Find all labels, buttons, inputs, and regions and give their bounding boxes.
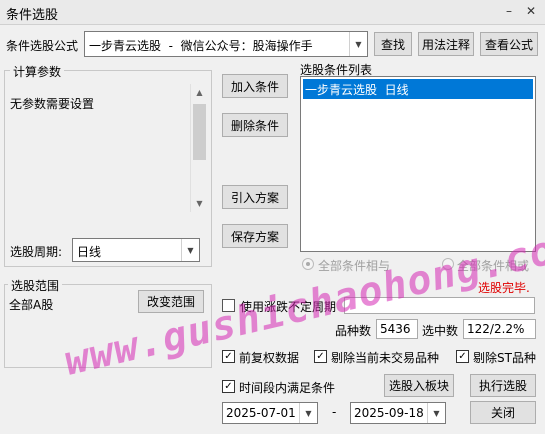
exclude-untraded-label: 剔除当前未交易品种 (331, 351, 440, 365)
exclude-st-label: 剔除ST品种 (473, 351, 536, 365)
start-date-picker[interactable]: 2025-07-01 ▼ (222, 402, 318, 424)
count-field: 5436 (376, 319, 418, 339)
date-separator: - (332, 405, 337, 419)
run-button[interactable]: 执行选股 (470, 374, 536, 397)
period-select[interactable]: 日线 ▼ (72, 238, 200, 262)
chevron-down-icon[interactable]: ▼ (349, 32, 367, 56)
period-label: 选股周期: (10, 245, 63, 259)
period-days-input[interactable] (344, 297, 535, 314)
view-formula-button[interactable]: 查看公式 (480, 32, 538, 56)
close-icon[interactable]: ✕ (522, 2, 540, 20)
chevron-down-icon[interactable]: ▼ (427, 403, 445, 423)
status-done-text: 选股完毕. (478, 281, 530, 295)
condition-list[interactable]: 一步青云选股 日线 (300, 76, 536, 252)
formula-select[interactable]: 一步青云选股 - 微信公众号：股海操作手 ▼ (84, 31, 368, 57)
exclude-untraded-checkbox[interactable]: ✓ (314, 350, 327, 363)
time-range-checkbox[interactable]: ✓ (222, 380, 235, 393)
add-condition-button[interactable]: 加入条件 (222, 74, 288, 98)
list-item[interactable]: 一步青云选股 日线 (303, 79, 533, 99)
scroll-down-icon[interactable]: ▼ (191, 195, 208, 212)
count-label: 品种数 (335, 324, 372, 338)
use-period-checkbox[interactable] (222, 299, 235, 312)
time-range-label: 时间段内满足条件 (239, 381, 336, 395)
logic-and-radio[interactable] (302, 258, 314, 270)
formula-value: 一步青云选股 - 微信公众号：股海操作手 (89, 39, 313, 53)
range-group-label: 选股范围 (8, 277, 63, 294)
selected-value: 122/2.2% (467, 322, 525, 336)
window-title: 条件选股 (6, 8, 59, 23)
params-scrollbar[interactable]: ▲ ▼ (190, 84, 207, 212)
logic-or-radio[interactable] (442, 258, 454, 270)
logic-and-label: 全部条件相与 (318, 259, 391, 273)
delete-condition-button[interactable]: 删除条件 (222, 113, 288, 137)
use-period-label: 使用涨跌不定周期 (240, 300, 337, 314)
logic-or-label: 全部条件相或 (457, 259, 530, 273)
adjust-checkbox[interactable]: ✓ (222, 350, 235, 363)
change-range-button[interactable]: 改变范围 (138, 290, 204, 313)
end-date-picker[interactable]: 2025-09-18 ▼ (350, 402, 446, 424)
period-value: 日线 (77, 245, 102, 259)
params-text: 无参数需要设置 (10, 97, 95, 111)
chevron-down-icon[interactable]: ▼ (299, 403, 317, 423)
chevron-down-icon[interactable]: ▼ (181, 239, 199, 261)
usage-button[interactable]: 用法注释 (418, 32, 474, 56)
minimize-icon[interactable]: – (500, 2, 518, 20)
import-scheme-button[interactable]: 引入方案 (222, 185, 288, 209)
exclude-st-checkbox[interactable]: ✓ (456, 350, 469, 363)
save-scheme-button[interactable]: 保存方案 (222, 224, 288, 248)
adjust-label: 前复权数据 (239, 351, 300, 365)
range-value: 全部A股 (9, 298, 54, 312)
scroll-thumb[interactable] (193, 104, 206, 160)
params-group-label: 计算参数 (10, 63, 65, 80)
selected-field: 122/2.2% (463, 319, 536, 339)
end-date-value: 2025-09-18 (354, 406, 424, 420)
start-date-value: 2025-07-01 (226, 406, 296, 420)
formula-label: 条件选股公式 (6, 39, 79, 53)
selected-label: 选中数 (422, 324, 459, 338)
to-block-button[interactable]: 选股入板块 (384, 374, 454, 397)
count-value: 5436 (380, 322, 411, 336)
title-bar: 条件选股 – ✕ (0, 0, 545, 25)
close-button[interactable]: 关闭 (470, 401, 536, 424)
scroll-up-icon[interactable]: ▲ (191, 84, 208, 101)
radio-dot-icon (306, 262, 310, 266)
find-button[interactable]: 查找 (374, 32, 412, 56)
